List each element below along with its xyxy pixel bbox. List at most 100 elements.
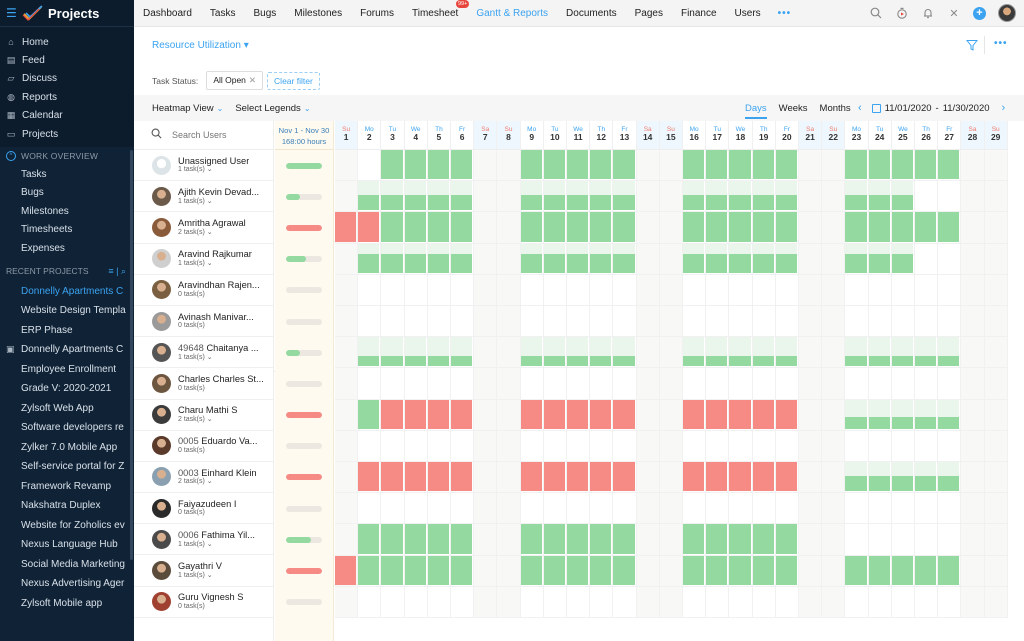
heatmap-cell[interactable] [729, 368, 753, 400]
heatmap-cell[interactable] [659, 212, 683, 244]
heatmap-cell[interactable] [474, 524, 498, 556]
heatmap-cell[interactable] [520, 212, 544, 244]
heatmap-cell[interactable] [729, 586, 753, 618]
heatmap-cell[interactable] [683, 212, 707, 244]
heatmap-cell[interactable] [335, 274, 359, 306]
heatmap-cell[interactable] [845, 150, 869, 182]
user-row[interactable]: 0006 Fathima Yil... 1 task(s) ⌄ [134, 524, 273, 556]
heatmap-cell[interactable] [938, 181, 962, 213]
heatmap-cell[interactable] [474, 306, 498, 338]
filter-sliders-icon[interactable]: ≡ [108, 266, 113, 276]
heatmap-cell[interactable] [799, 212, 823, 244]
heatmap-cell[interactable] [381, 243, 405, 275]
heatmap-cell[interactable] [590, 274, 614, 306]
heatmap-cell[interactable] [891, 493, 915, 525]
heatmap-cell[interactable] [427, 493, 451, 525]
sidebar-item-discuss[interactable]: ▱ Discuss [0, 70, 134, 88]
heatmap-cell[interactable] [474, 337, 498, 369]
sidebar-item-feed[interactable]: ▤ Feed [0, 51, 134, 69]
next-range-button[interactable]: › [1002, 102, 1006, 114]
heatmap-cell[interactable] [520, 462, 544, 494]
chevron-down-icon[interactable]: ⌄ [205, 478, 213, 485]
heatmap-cell[interactable] [799, 586, 823, 618]
heatmap-cell[interactable] [427, 430, 451, 462]
heatmap-cell[interactable] [335, 181, 359, 213]
heatmap-cell[interactable] [799, 274, 823, 306]
heatmap-cell[interactable] [729, 462, 753, 494]
heatmap-cell[interactable] [358, 524, 382, 556]
heatmap-cell[interactable] [868, 368, 892, 400]
heatmap-cell[interactable] [752, 274, 776, 306]
heatmap-cell[interactable] [590, 181, 614, 213]
heatmap-cell[interactable] [984, 462, 1008, 494]
heatmap-cell[interactable] [938, 399, 962, 431]
heatmap-cell[interactable] [868, 555, 892, 587]
heatmap-cell[interactable] [404, 524, 428, 556]
chevron-down-icon[interactable]: ⌄ [205, 229, 213, 236]
heatmap-cell[interactable] [706, 368, 730, 400]
heatmap-cell[interactable] [613, 493, 637, 525]
heatmap-cell[interactable] [845, 274, 869, 306]
heatmap-cell[interactable] [497, 368, 521, 400]
heatmap-cell[interactable] [520, 181, 544, 213]
heatmap-cell[interactable] [984, 555, 1008, 587]
heatmap-cell[interactable] [613, 212, 637, 244]
heatmap-cell[interactable] [729, 243, 753, 275]
heatmap-cell[interactable] [613, 243, 637, 275]
heatmap-cell[interactable] [961, 586, 985, 618]
heatmap-cell[interactable] [613, 462, 637, 494]
heatmap-cell[interactable] [474, 181, 498, 213]
heatmap-cell[interactable] [775, 368, 799, 400]
heatmap-cell[interactable] [543, 586, 567, 618]
heatmap-cell[interactable] [543, 274, 567, 306]
quick-add-button[interactable]: + [973, 6, 986, 20]
heatmap-cell[interactable] [404, 337, 428, 369]
heatmap-cell[interactable] [520, 493, 544, 525]
heatmap-cell[interactable] [984, 274, 1008, 306]
heatmap-cell[interactable] [752, 212, 776, 244]
heatmap-cell[interactable] [567, 181, 591, 213]
heatmap-cell[interactable] [520, 337, 544, 369]
heatmap-cell[interactable] [613, 368, 637, 400]
heatmap-cell[interactable] [868, 586, 892, 618]
user-row[interactable]: Unassigned User 1 task(s) ⌄ [134, 150, 273, 182]
heatmap-cell[interactable] [683, 524, 707, 556]
heatmap-cell[interactable] [845, 524, 869, 556]
work-item-tasks[interactable]: Tasks [0, 165, 134, 183]
heatmap-cell[interactable] [520, 368, 544, 400]
heatmap-cell[interactable] [775, 243, 799, 275]
heatmap-cell[interactable] [845, 181, 869, 213]
heatmap-cell[interactable] [891, 306, 915, 338]
heatmap-cell[interactable] [520, 586, 544, 618]
user-row[interactable]: Charu Mathi S2 task(s) ⌄ [134, 400, 273, 431]
heatmap-cell[interactable] [567, 337, 591, 369]
heatmap-cell[interactable] [613, 399, 637, 431]
heatmap-cell[interactable] [729, 493, 753, 525]
heatmap-cell[interactable] [752, 462, 776, 494]
heatmap-cell[interactable] [752, 399, 776, 431]
task-count[interactable]: 2 task(s) ⌄ [178, 478, 257, 486]
heatmap-cell[interactable] [404, 586, 428, 618]
heatmap-cell[interactable] [915, 150, 939, 182]
heatmap-cell[interactable] [845, 368, 869, 400]
heatmap-cell[interactable] [915, 555, 939, 587]
heatmap-cell[interactable] [891, 399, 915, 431]
heatmap-cell[interactable] [335, 337, 359, 369]
heatmap-cell[interactable] [451, 430, 475, 462]
heatmap-cell[interactable] [497, 181, 521, 213]
heatmap-cell[interactable] [891, 462, 915, 494]
recent-project-item[interactable]: ERP Phase [0, 320, 134, 340]
heatmap-cell[interactable] [659, 181, 683, 213]
heatmap-cell[interactable] [706, 555, 730, 587]
heatmap-cell[interactable] [404, 430, 428, 462]
heatmap-cell[interactable] [683, 399, 707, 431]
recent-project-item[interactable]: Zylsoft Web App [0, 398, 134, 418]
heatmap-cell[interactable] [961, 430, 985, 462]
heatmap-cell[interactable] [451, 337, 475, 369]
heatmap-cell[interactable] [659, 368, 683, 400]
heatmap-cell[interactable] [567, 243, 591, 275]
heatmap-cell[interactable] [799, 399, 823, 431]
heatmap-cell[interactable] [799, 462, 823, 494]
heatmap-cell[interactable] [636, 430, 660, 462]
heatmap-cell[interactable] [845, 399, 869, 431]
